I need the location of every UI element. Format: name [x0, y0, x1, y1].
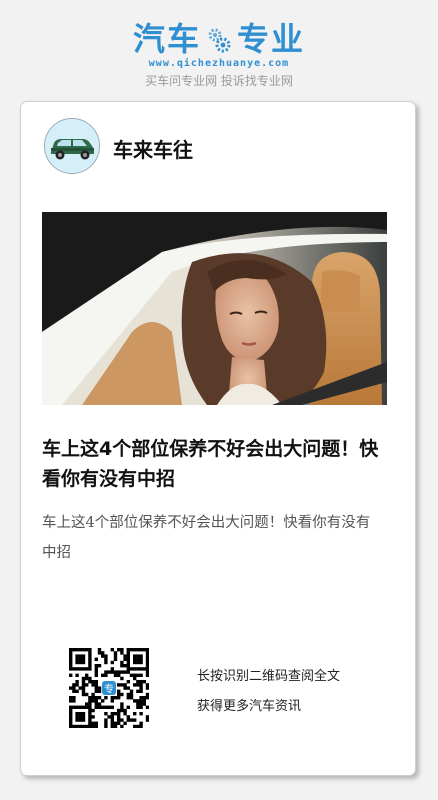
author-avatar[interactable]	[44, 118, 100, 174]
brand-url: www.qichezhuanye.com	[148, 58, 290, 69]
article-card[interactable]: 车来车往 车上这4个部位保养不好会出大问题！快看你有没有中招 车上这4个部位保养…	[20, 101, 416, 776]
brand-name-left: 汽车	[132, 20, 201, 58]
qr-hint-line1: 长按识别二维码查阅全文	[197, 669, 341, 684]
car-icon	[45, 119, 99, 173]
qr-center-glyph: 专	[104, 683, 114, 696]
brand-slogan: 买车问专业网 投诉找专业网	[145, 74, 293, 88]
article-cover-image[interactable]	[42, 212, 387, 405]
qr-hint-line2: 获得更多汽车资讯	[197, 699, 302, 714]
brand-logo: 汽车 专业	[0, 20, 438, 58]
article-summary: 车上这4个部位保养不好会出大问题！快看你有没有中招	[42, 515, 371, 561]
article-headline[interactable]: 车上这4个部位保养不好会出大问题！快看你有没有中招	[42, 434, 392, 494]
brand-name-right: 专业	[237, 20, 306, 58]
qr-code[interactable]: 专	[69, 648, 150, 729]
cover-photo	[42, 212, 387, 405]
author-name[interactable]: 车来车往	[113, 134, 193, 163]
qr-code-image: 专	[69, 648, 150, 729]
brand-header: 汽车 专业 www.qichezhuanye.com 买车问专业网 投诉找专业网	[0, 0, 438, 100]
gear-icon	[208, 28, 231, 53]
